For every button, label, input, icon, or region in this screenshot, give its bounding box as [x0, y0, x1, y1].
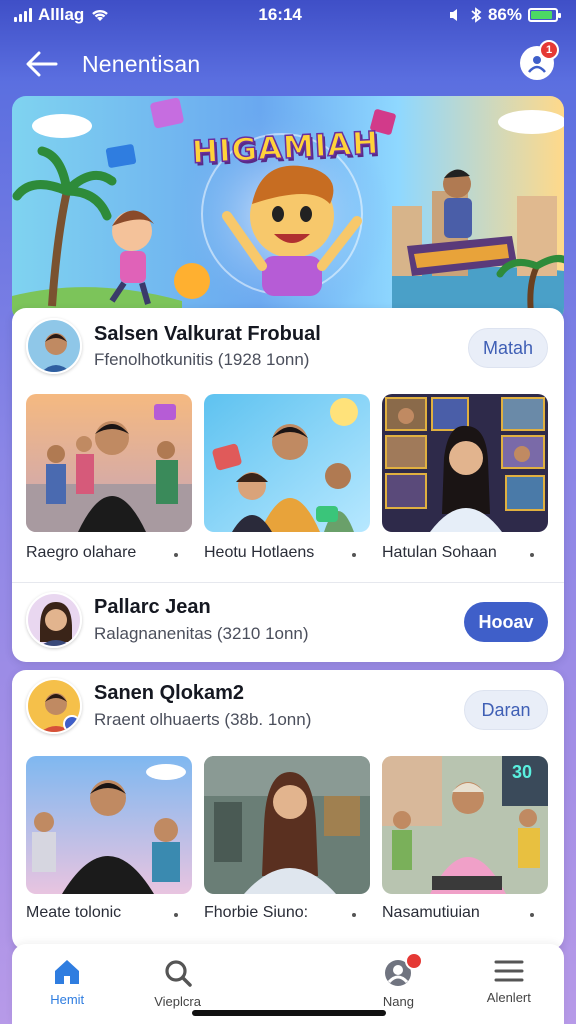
video-caption: Raegro olahare: [26, 544, 137, 561]
more-dot: [530, 553, 534, 557]
video-caption: Meate tolonic: [26, 904, 122, 921]
video-thumbnail[interactable]: 30: [382, 756, 548, 894]
notification-badge: 1: [539, 40, 559, 60]
notification-badge: [405, 952, 424, 970]
status-bar: Alllag 16:14 86%: [0, 0, 576, 30]
video-thumbnail[interactable]: [26, 756, 192, 894]
bluetooth-icon: [471, 7, 482, 23]
wifi-icon: [92, 9, 109, 21]
creator-row[interactable]: Sanen Qlokam2 Rraent olhuaerts (38b. 1on…: [12, 674, 564, 744]
more-dot: [530, 913, 534, 917]
divider: [12, 582, 564, 583]
battery-icon: [528, 8, 561, 22]
more-dot: [174, 553, 178, 557]
creator-name: Sanen Qlokam2: [94, 682, 245, 704]
creator-meta: Ffenolhotkunitis (1928 1onn): [94, 350, 310, 369]
status-time: 16:14: [258, 5, 302, 24]
avatar[interactable]: [26, 318, 82, 374]
nav-menu[interactable]: Alenlert: [454, 944, 564, 1024]
video-thumbnail[interactable]: [204, 756, 370, 894]
carrier-label: Alllag: [38, 5, 85, 24]
arrow-left-icon: [26, 51, 58, 77]
profile-button[interactable]: 1: [520, 40, 559, 80]
feed-card: Salsen Valkurat Frobual Ffenolhotkunitis…: [12, 308, 564, 662]
video-thumbnail[interactable]: [382, 394, 548, 532]
home-indicator[interactable]: [192, 1010, 386, 1016]
creator-meta: Rraent olhuaerts (38b. 1onn): [94, 710, 312, 729]
home-icon: [55, 960, 80, 984]
nav-home[interactable]: Hemit: [12, 944, 122, 1024]
video-caption: Hatulan Sohaan: [382, 544, 497, 561]
creator-row[interactable]: Salsen Valkurat Frobual Ffenolhotkunitis…: [12, 312, 564, 382]
follow-button[interactable]: Matah: [468, 328, 548, 368]
follow-button[interactable]: Hooav: [464, 602, 548, 642]
search-icon: [165, 960, 192, 987]
hero-banner[interactable]: HIGAMIAH: [12, 96, 564, 322]
page-title: Nenentisan: [82, 50, 201, 77]
follow-button[interactable]: Daran: [464, 690, 548, 730]
app-header: Nenentisan 1: [0, 38, 576, 90]
creator-meta: Ralagnanenitas (3210 1onn): [94, 624, 309, 643]
mute-icon: [449, 9, 457, 21]
avatar[interactable]: [26, 592, 82, 648]
avatar[interactable]: [26, 678, 82, 734]
signal-icon: [14, 8, 32, 22]
creator-name: Salsen Valkurat Frobual: [94, 323, 321, 345]
back-button[interactable]: [22, 44, 62, 84]
battery-percent: 86%: [487, 5, 522, 24]
more-dot: [174, 913, 178, 917]
nav-label: Nang: [382, 994, 414, 1009]
more-dot: [352, 913, 356, 917]
video-thumbnail[interactable]: [26, 394, 192, 532]
nav-label: Alenlert: [486, 990, 531, 1005]
menu-icon: [494, 960, 524, 982]
svg-text:30: 30: [512, 762, 532, 782]
creator-row[interactable]: Pallarc Jean Ralagnanenitas (3210 1onn) …: [12, 588, 564, 658]
nav-label: Hemit: [50, 992, 85, 1007]
video-caption: Fhorbie Siuno:: [204, 904, 309, 921]
video-thumbnail[interactable]: [204, 394, 370, 532]
more-dot: [352, 553, 356, 557]
nav-label: Vieplcra: [154, 994, 201, 1009]
feed-card: Sanen Qlokam2 Rraent olhuaerts (38b. 1on…: [12, 670, 564, 950]
video-caption: Heotu Hotlaens: [204, 544, 315, 561]
creator-name: Pallarc Jean: [94, 596, 211, 618]
video-caption: Nasamutiuian: [382, 904, 480, 921]
